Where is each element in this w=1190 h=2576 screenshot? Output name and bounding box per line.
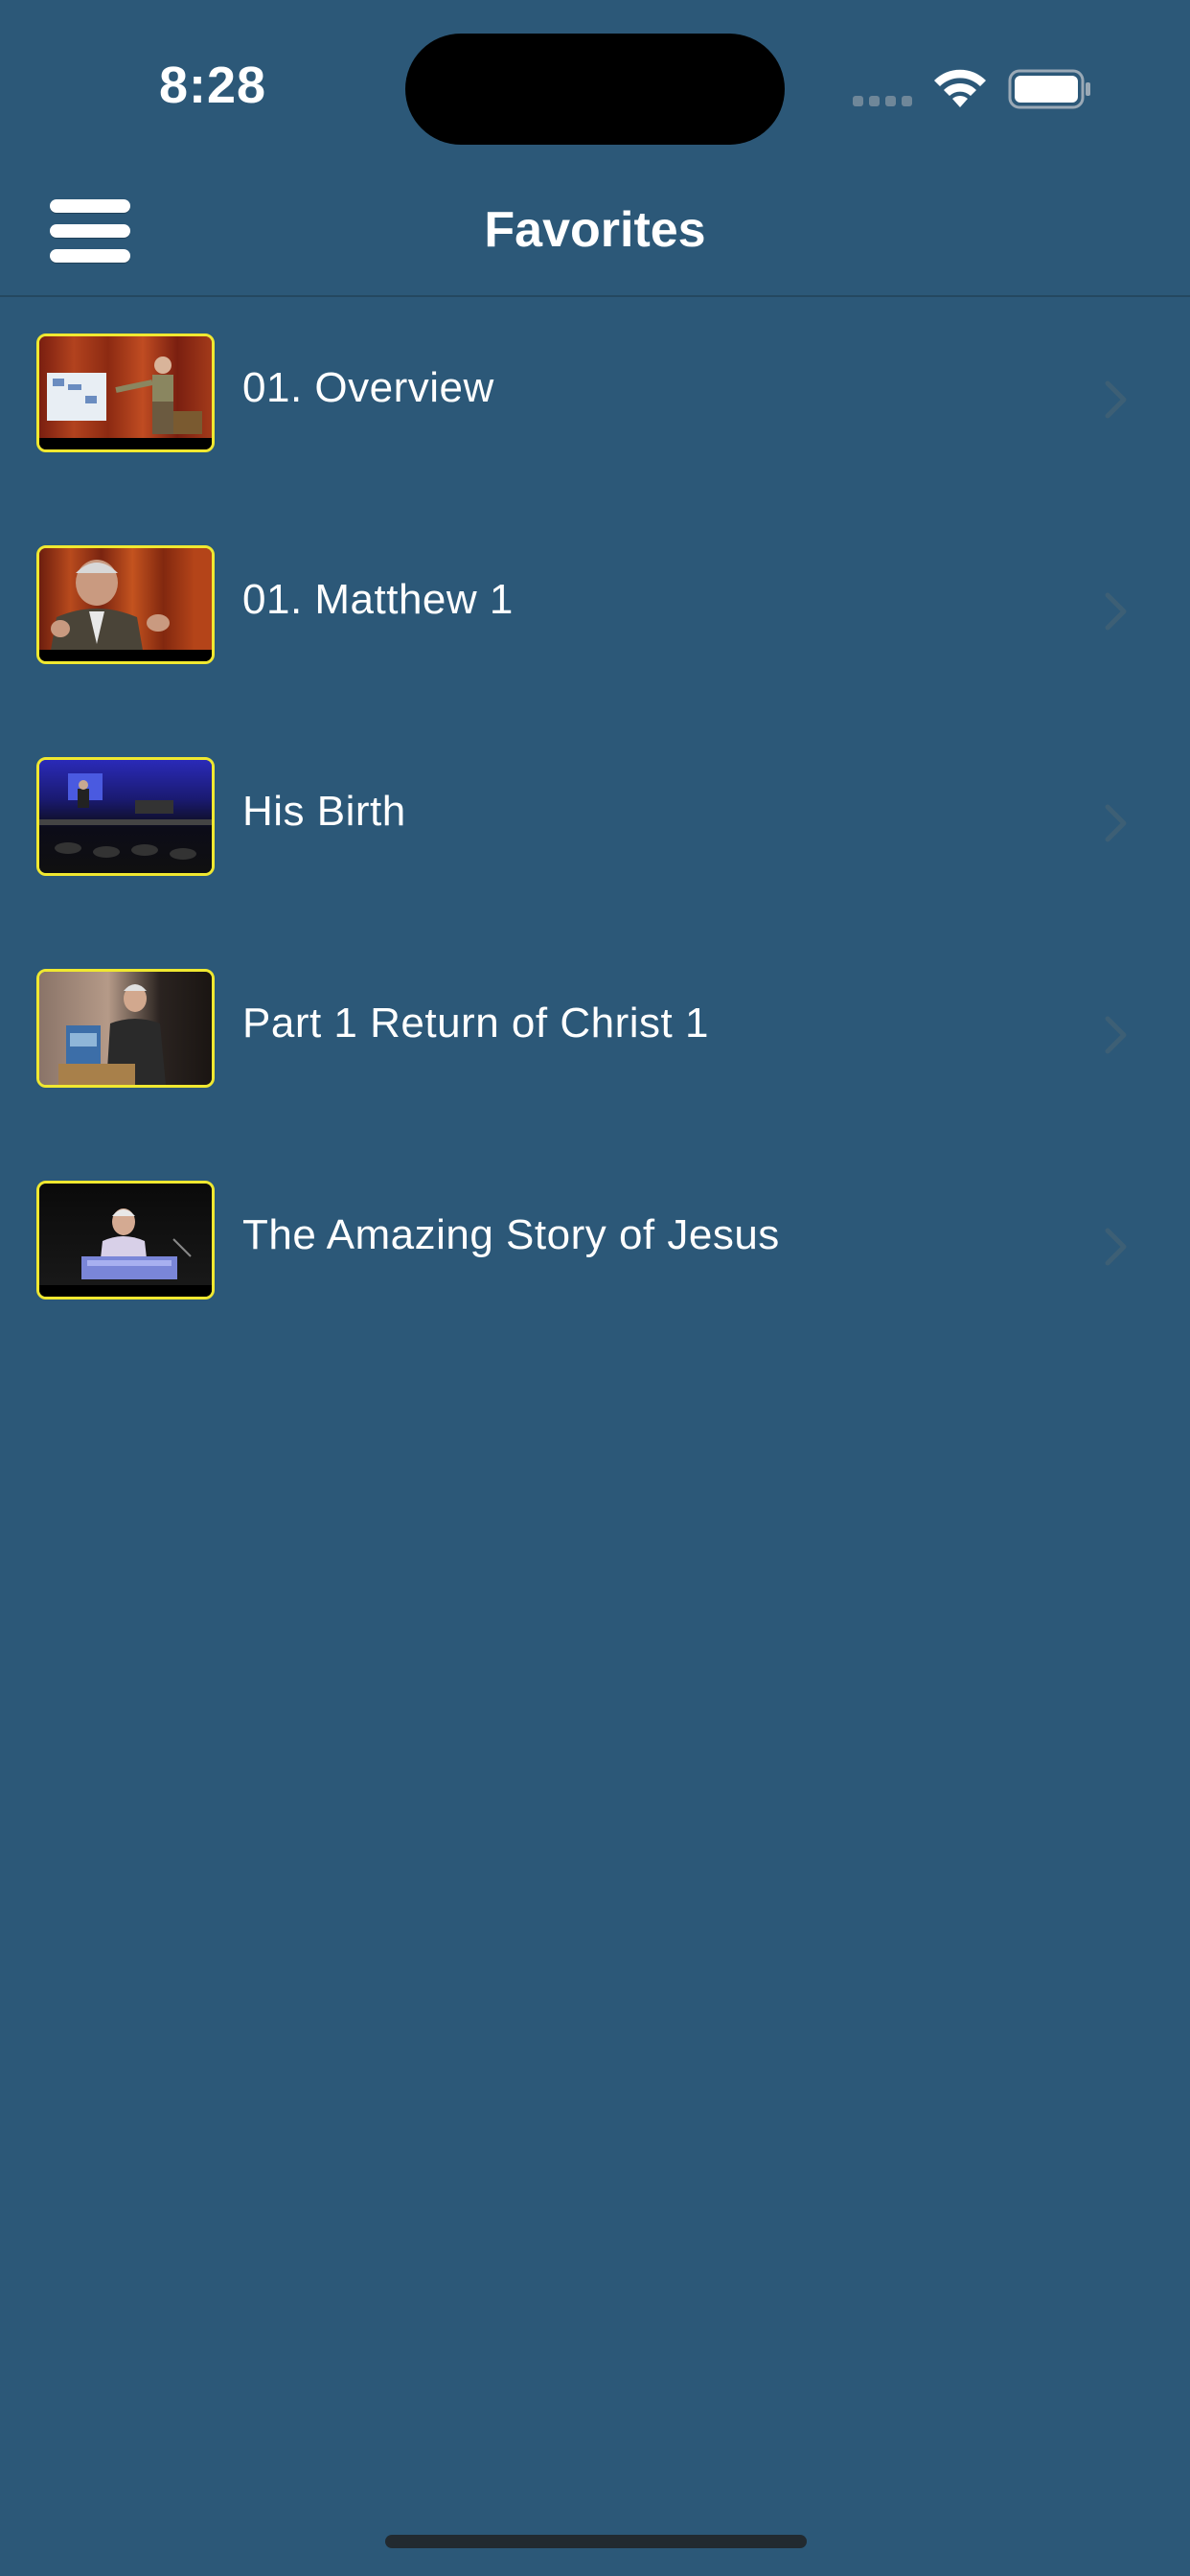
- list-item-title: 01. Overview: [242, 364, 494, 411]
- list-item-title: His Birth: [242, 788, 406, 835]
- chevron-right-icon: [1105, 380, 1127, 419]
- video-thumbnail: [36, 969, 215, 1088]
- list-item-title: The Amazing Story of Jesus: [242, 1211, 780, 1258]
- list-item-title: Part 1 Return of Christ 1: [242, 1000, 709, 1046]
- list-item[interactable]: His Birth: [0, 721, 1190, 932]
- chevron-right-icon: [1105, 592, 1127, 631]
- chevron-right-icon: [1105, 1016, 1127, 1054]
- battery-icon: [1008, 69, 1090, 109]
- favorites-list: 01. Overview 01. Matthew 1 His Birth Par…: [0, 297, 1190, 1356]
- home-indicator[interactable]: [385, 2535, 807, 2548]
- video-thumbnail: [36, 757, 215, 876]
- wifi-icon: [934, 69, 986, 107]
- video-thumbnail: [36, 334, 215, 452]
- status-time: 8:28: [159, 57, 267, 114]
- list-item-title: 01. Matthew 1: [242, 576, 514, 623]
- video-thumbnail: [36, 545, 215, 664]
- video-thumbnail: [36, 1181, 215, 1300]
- page-title: Favorites: [484, 202, 706, 258]
- chevron-right-icon: [1105, 1228, 1127, 1266]
- status-bar: 8:28: [0, 0, 1190, 172]
- list-item[interactable]: Part 1 Return of Christ 1: [0, 932, 1190, 1144]
- cellular-signal-icon: [853, 96, 912, 106]
- list-item[interactable]: 01. Matthew 1: [0, 509, 1190, 721]
- list-item[interactable]: The Amazing Story of Jesus: [0, 1144, 1190, 1356]
- chevron-right-icon: [1105, 804, 1127, 842]
- list-item[interactable]: 01. Overview: [0, 297, 1190, 509]
- dynamic-island: [405, 34, 785, 145]
- navigation-bar: Favorites: [0, 172, 1190, 297]
